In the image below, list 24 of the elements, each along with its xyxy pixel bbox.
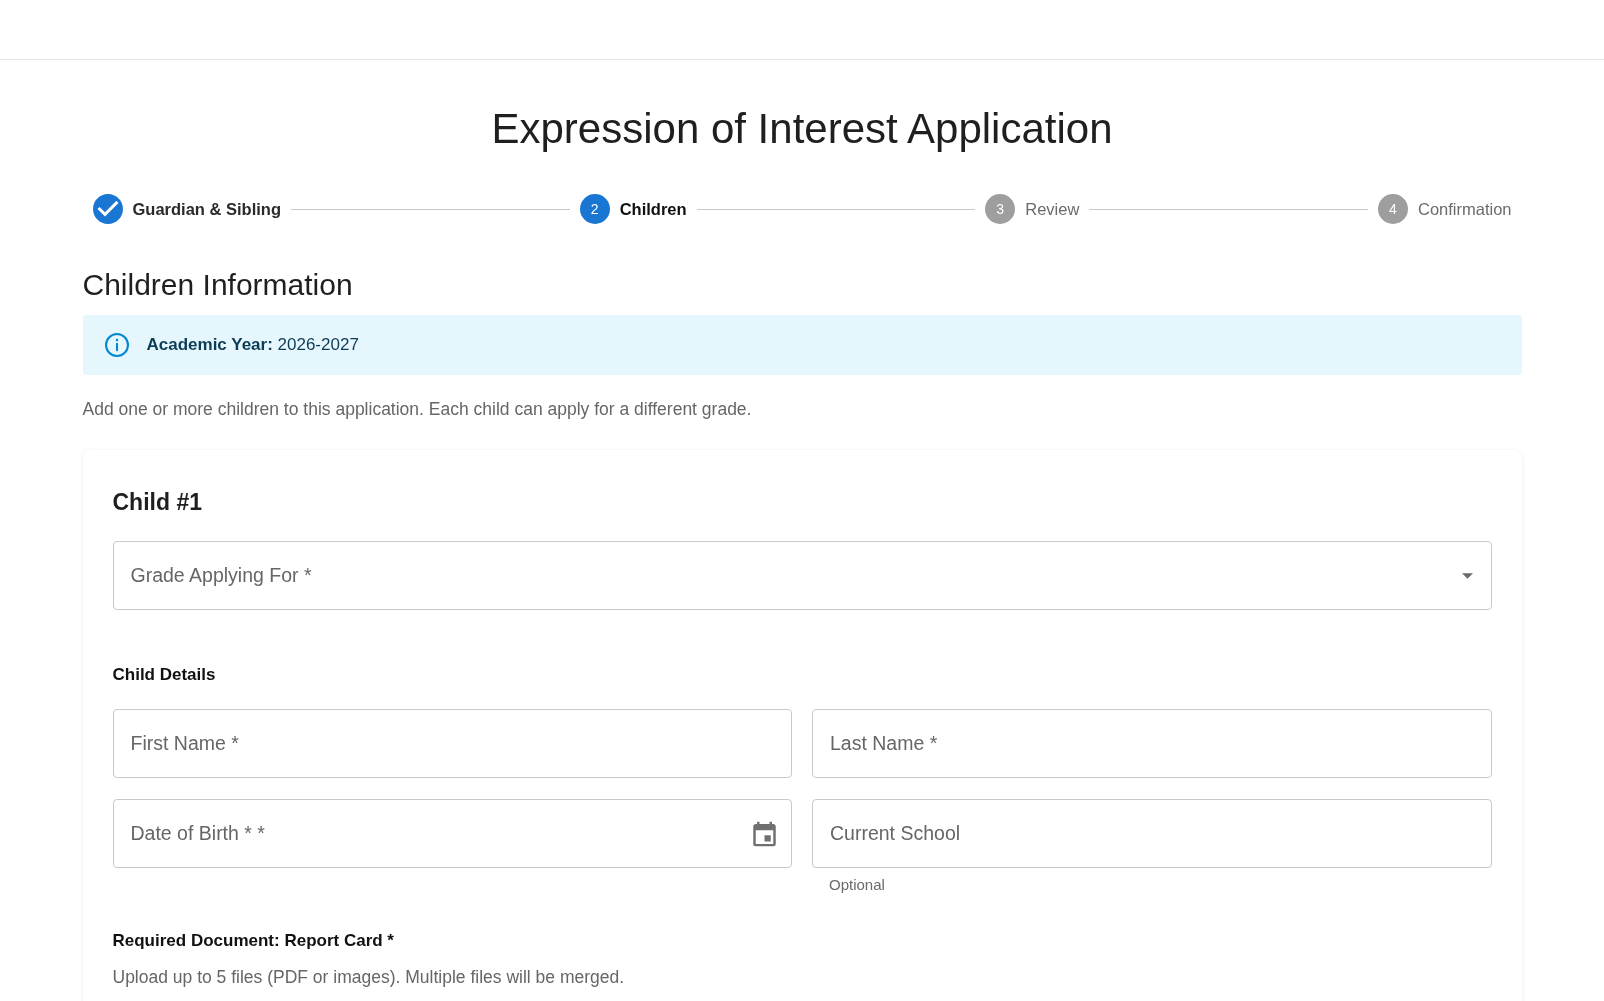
input-field[interactable]: First Name * [112, 709, 792, 778]
card-title: Child #1 [112, 488, 202, 516]
caret-icon [1461, 572, 1473, 579]
date-field[interactable]: Date of Birth * * [112, 799, 792, 868]
calendar-icon[interactable] [753, 821, 776, 846]
helper-text: Optional [829, 875, 885, 895]
details-heading: Child Details [112, 664, 216, 686]
step-label: Confirmation [1417, 199, 1512, 219]
document-heading: Required Document: Report Card * [112, 930, 394, 952]
info-icon [104, 333, 129, 357]
section-description: Add one or more children to this application. Each child can apply for a different grade. [82, 398, 752, 421]
upload-hint: Upload up to 5 files (PDF or images). Multiple files will be merged. [112, 966, 625, 989]
input-field[interactable]: Current School [812, 799, 1492, 868]
input-field[interactable]: Last Name * [812, 709, 1492, 778]
step-number: 2 [579, 194, 610, 224]
step-label: Guardian & Sibling [132, 199, 281, 219]
academic-year-text: Academic Year: 2026-2027 [146, 335, 359, 355]
grade-select[interactable]: Grade Applying For * [112, 541, 1492, 610]
page-title: Expression of Interest Application [491, 104, 1113, 154]
step-label: Review [1025, 199, 1080, 219]
step-number: 4 [1377, 194, 1408, 224]
section-title: Children Information [82, 267, 353, 303]
step-number: 3 [985, 194, 1016, 224]
step-label: Children [619, 199, 687, 219]
